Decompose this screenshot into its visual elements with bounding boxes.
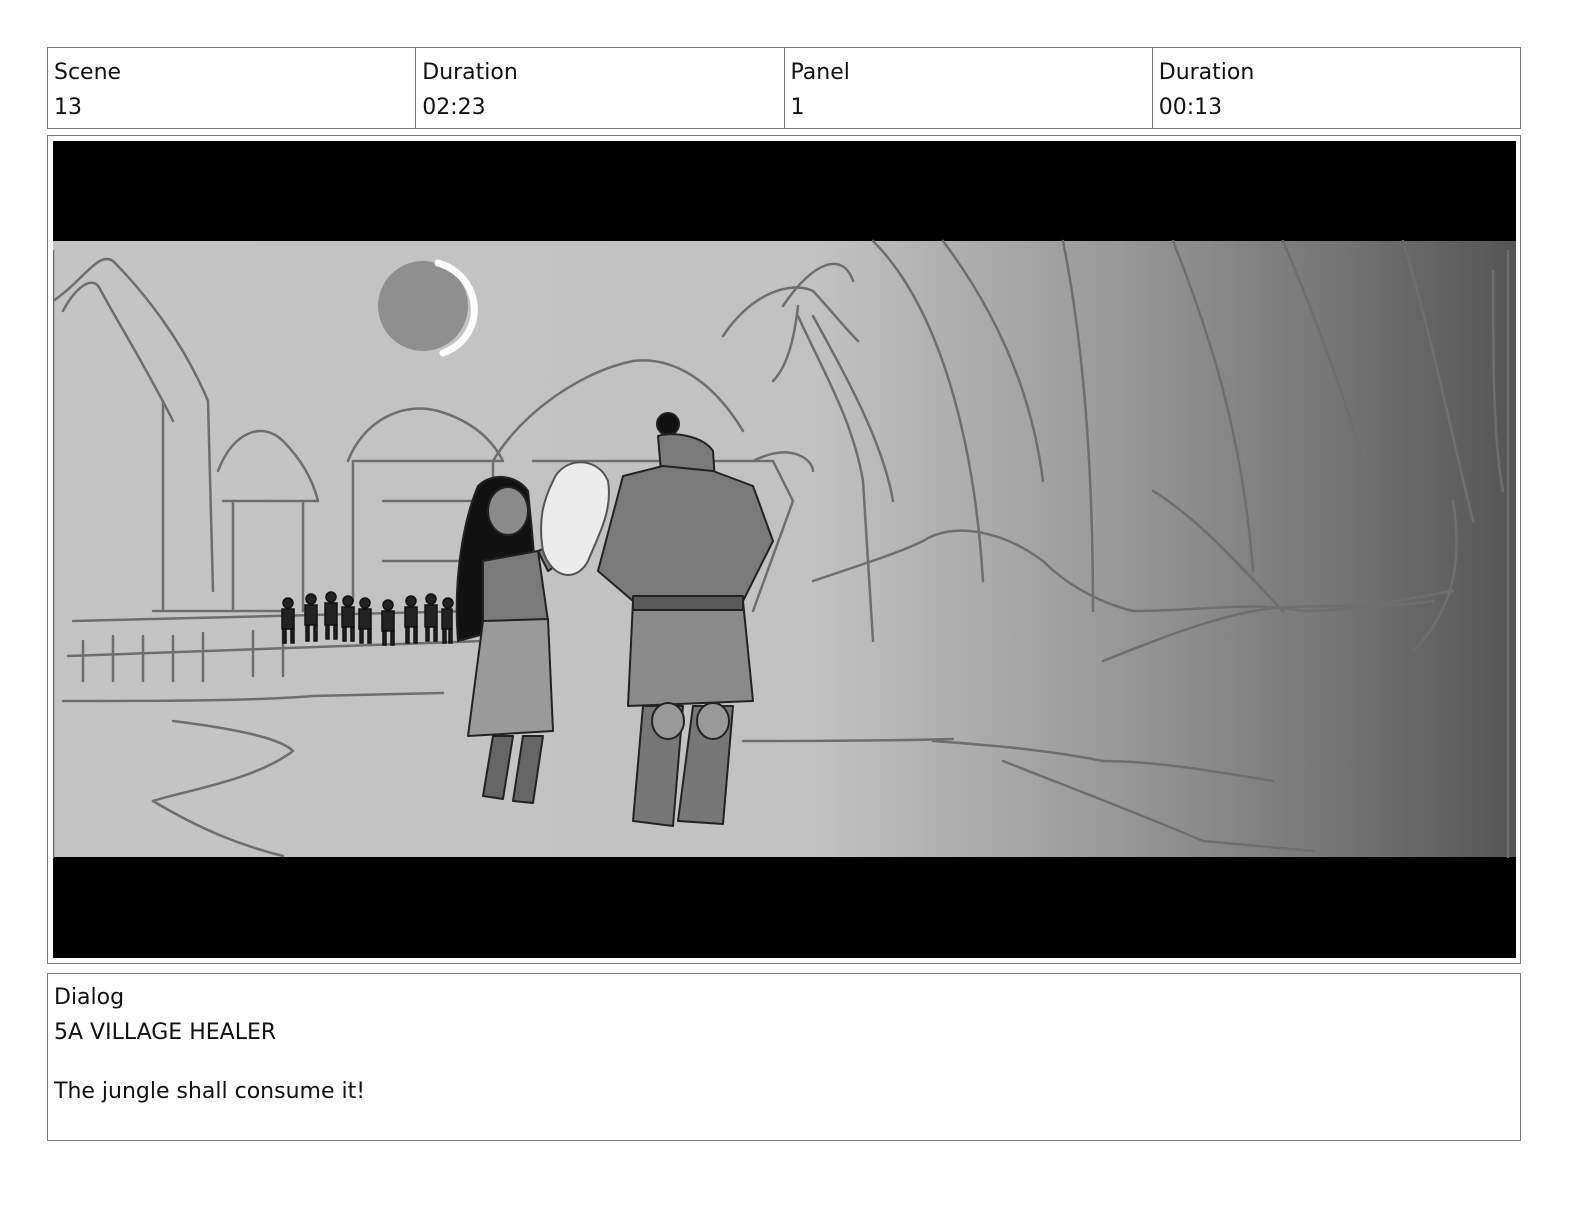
- storyboard-header: Scene 13 Duration 02:23 Panel 1 Duration…: [47, 47, 1521, 129]
- panel-label: Panel: [790, 60, 850, 85]
- panel-value: 1: [790, 95, 805, 120]
- letterbox-top: [53, 141, 1516, 241]
- panel-duration-cell: Duration 00:13: [1153, 48, 1520, 128]
- scene-duration-cell: Duration 02:23: [416, 48, 785, 128]
- scene-value: 13: [54, 95, 82, 120]
- letterbox-bottom: [53, 857, 1516, 958]
- dialog-label: Dialog: [54, 985, 125, 1010]
- dialog-speaker: 5A VILLAGE HEALER: [54, 1020, 277, 1045]
- dialog-line: The jungle shall consume it!: [54, 1079, 366, 1104]
- panel-sketch: [53, 141, 1516, 958]
- panel-duration-value: 00:13: [1158, 95, 1223, 120]
- villager-crowd: [281, 591, 454, 646]
- scene-duration-value: 02:23: [422, 95, 486, 120]
- storyboard-panel-image: [53, 141, 1516, 958]
- panel-frame: [47, 135, 1521, 964]
- scene-cell: Scene 13: [48, 48, 417, 128]
- scene-label: Scene: [54, 60, 122, 85]
- scene-duration-label: Duration: [422, 60, 518, 85]
- panel-duration-label: Duration: [1158, 60, 1255, 85]
- panel-cell: Panel 1: [785, 48, 1153, 128]
- dialog-box: Dialog 5A VILLAGE HEALER The jungle shal…: [47, 973, 1521, 1141]
